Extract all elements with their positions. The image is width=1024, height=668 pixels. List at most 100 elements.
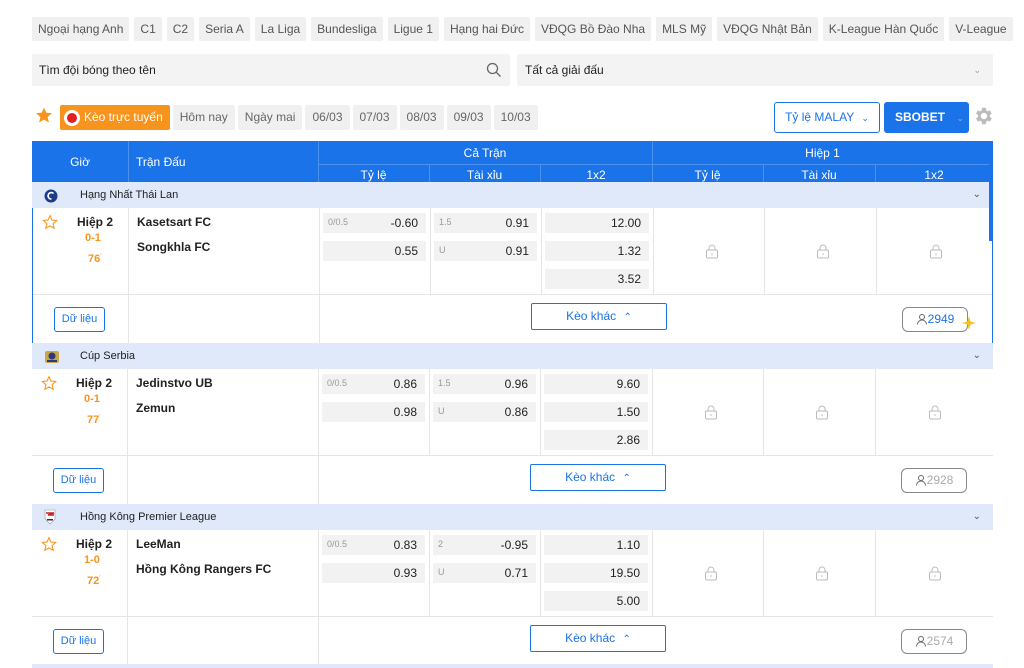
league-tab[interactable]: C2: [166, 17, 195, 41]
header-match: Trận Đấu: [136, 155, 186, 169]
away-win-odds[interactable]: 1.32: [545, 241, 649, 261]
tab-live[interactable]: Kèo trực tuyến: [60, 105, 170, 130]
chevron-up-icon: ⌃: [623, 312, 632, 323]
handicap-away-odds[interactable]: 0.55: [323, 241, 426, 261]
chevron-down-icon: ⌄: [861, 113, 869, 123]
league-tabs: Ngoại hạng Anh C1 C2 Seria A La Liga Bun…: [32, 17, 1013, 41]
league-row[interactable]: Hạng Nhất Thái Lan ⌄: [32, 182, 993, 208]
search-icon[interactable]: [486, 62, 502, 81]
header-full-match: Cả Trận: [463, 146, 507, 160]
viewers-count-button[interactable]: 2928: [901, 468, 967, 493]
favorite-star-icon[interactable]: [41, 375, 57, 394]
handicap-home-odds[interactable]: 0/0.5 -0.60: [323, 213, 426, 233]
league-name: Hồng Kông Premier League: [80, 511, 217, 523]
league-tab[interactable]: Seria A: [199, 17, 250, 41]
more-odds-button[interactable]: Kèo khác ⌃: [531, 303, 667, 330]
odds-type-select[interactable]: Tỷ lệ MALAY ⌄: [774, 102, 880, 133]
match-minute: 76′: [88, 253, 102, 265]
header-1x2: 1x2: [586, 168, 606, 182]
header-over-under: Tài xỉu: [466, 168, 503, 182]
more-odds-button[interactable]: Kèo khác ⌃: [530, 464, 666, 491]
viewers-count-button[interactable]: 2574: [901, 629, 967, 654]
lock-icon: [704, 243, 720, 262]
viewers-count-button[interactable]: 2949: [902, 307, 968, 332]
league-tab[interactable]: Ligue 1: [387, 17, 439, 41]
favorite-star-icon[interactable]: [41, 536, 57, 555]
handicap-away-odds[interactable]: 0.93: [322, 563, 425, 583]
league-row[interactable]: Hồng Kông Premier League ⌄: [32, 504, 993, 530]
home-win-odds[interactable]: 12.00: [545, 213, 649, 233]
chevron-down-icon[interactable]: ⌄: [973, 182, 981, 208]
match-row: Hiệp 2 0-1 77′ Jedinstvo UB Zemun 0/0.5 0…: [32, 369, 993, 505]
header-first-half: Hiệp 1: [805, 146, 840, 160]
handicap-home-odds[interactable]: 0/0.5 0.86: [322, 374, 425, 394]
gear-icon[interactable]: [972, 105, 994, 130]
away-team: Songkhla FC: [137, 240, 211, 254]
over-odds[interactable]: 1.5 0.96: [433, 374, 536, 394]
match-minute: 72′: [87, 575, 101, 587]
more-odds-button[interactable]: Kèo khác ⌃: [530, 625, 666, 652]
league-tab[interactable]: V-League: [949, 17, 1013, 41]
away-win-odds[interactable]: 19.50: [544, 563, 648, 583]
data-button[interactable]: Dữ liệu: [53, 629, 104, 654]
match-minute: 77′: [87, 414, 101, 426]
draw-odds[interactable]: 5.00: [544, 591, 648, 611]
match-period: Hiệp 2: [76, 537, 113, 551]
league-tab[interactable]: MLS Mỹ: [656, 17, 713, 41]
under-odds[interactable]: U 0.86: [433, 402, 536, 422]
tab-live-label: Kèo trực tuyến: [84, 110, 163, 124]
user-icon: [915, 471, 927, 494]
league-tab[interactable]: K-League Hàn Quốc: [822, 17, 945, 41]
home-win-odds[interactable]: 9.60: [544, 374, 648, 394]
under-odds[interactable]: U 0.91: [434, 241, 537, 261]
league-name: Hạng Nhất Thái Lan: [80, 189, 179, 201]
match-period: Hiệp 2: [77, 215, 114, 229]
live-icon: [64, 109, 80, 126]
chevron-down-icon[interactable]: ⌄: [973, 343, 981, 369]
tab-date[interactable]: 09/03: [446, 105, 491, 130]
data-button[interactable]: Dữ liệu: [54, 307, 105, 332]
bookmaker-value: SBOBET: [895, 110, 946, 124]
scrollbar[interactable]: [989, 141, 993, 241]
favorite-star-icon[interactable]: [42, 214, 58, 233]
league-tab[interactable]: La Liga: [254, 17, 307, 41]
over-odds[interactable]: 1.5 0.91: [434, 213, 537, 233]
tab-date[interactable]: 06/03: [305, 105, 350, 130]
user-icon: [915, 632, 927, 655]
sparkle-icon: [962, 316, 976, 333]
under-odds[interactable]: U 0.71: [433, 563, 536, 583]
away-win-odds[interactable]: 1.50: [544, 402, 648, 422]
match-score: 0-1: [84, 393, 100, 405]
away-team: Zemun: [136, 401, 176, 415]
tab-date[interactable]: 08/03: [399, 105, 444, 130]
league-tab[interactable]: Bundesliga: [311, 17, 383, 41]
handicap-home-odds[interactable]: 0/0.5 0.83: [322, 535, 425, 555]
search-input[interactable]: [32, 54, 472, 86]
home-team: Kasetsart FC: [137, 215, 212, 229]
draw-odds[interactable]: 3.52: [545, 269, 649, 289]
tab-date[interactable]: 07/03: [352, 105, 397, 130]
home-win-odds[interactable]: 1.10: [544, 535, 648, 555]
league-tab[interactable]: C1: [134, 17, 162, 41]
league-tab[interactable]: VĐQG Bồ Đào Nha: [535, 17, 652, 41]
header-1x2-h1: 1x2: [924, 168, 944, 182]
lock-icon: [927, 404, 943, 423]
tab-date[interactable]: 10/03: [493, 105, 538, 130]
draw-odds[interactable]: 2.86: [544, 430, 648, 450]
favorites-star-icon[interactable]: [35, 106, 53, 127]
league-tab[interactable]: VĐQG Nhật Bản: [717, 17, 818, 41]
handicap-away-odds[interactable]: 0.98: [322, 402, 425, 422]
bookmaker-select[interactable]: SBOBET ⌄: [884, 102, 969, 133]
over-odds[interactable]: 2 -0.95: [433, 535, 536, 555]
league-tab[interactable]: Ngoại hạng Anh: [32, 17, 130, 41]
tab-today[interactable]: Hôm nay: [172, 105, 235, 130]
league-filter-select[interactable]: Tất cả giải đấu ⌄: [517, 54, 993, 86]
home-team: Jedinstvo UB: [136, 376, 213, 390]
header-handicap: Tỷ lệ: [360, 168, 387, 182]
data-button[interactable]: Dữ liệu: [53, 468, 104, 493]
league-row[interactable]: Cúp Serbia ⌄: [32, 343, 993, 369]
league-tab[interactable]: Hạng hai Đức: [443, 17, 531, 41]
lock-icon: [814, 565, 830, 584]
tab-tomorrow[interactable]: Ngày mai: [237, 105, 303, 130]
chevron-down-icon[interactable]: ⌄: [973, 504, 981, 530]
